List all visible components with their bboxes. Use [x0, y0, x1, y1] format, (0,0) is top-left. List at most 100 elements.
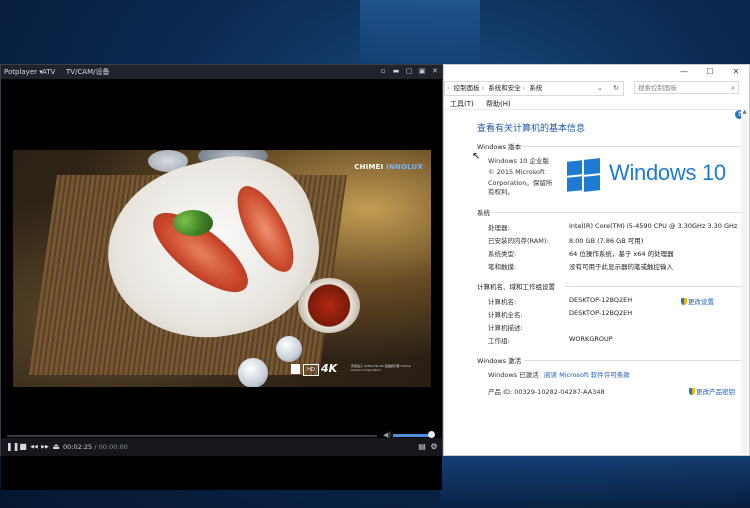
scrollbar[interactable] [741, 109, 748, 454]
tab-atv[interactable]: ATV [42, 65, 55, 79]
refresh-icon[interactable]: ↻ [613, 82, 619, 95]
divider [520, 146, 742, 147]
label-pen-touch: 笔和触摸: [488, 263, 517, 271]
seek-bar[interactable] [7, 435, 377, 437]
time-display: 00:02:25 / 00:00:00 [63, 442, 128, 452]
volume-knob[interactable] [427, 431, 435, 438]
playback-controls: ❚❚ ■ ◀◀ ▶▶ ⏏ 00:02:25 / 00:00:00 ▤ ⚙ [1, 438, 442, 456]
brand-suffix: INNOLUX [386, 163, 423, 171]
cp-minimize-button[interactable]: — [671, 65, 697, 78]
cp-window-controls: — ☐ ✕ [671, 65, 749, 78]
address-bar[interactable]: › 控制面板 › 系统和安全 › 系统 ⌄ ↻ [444, 81, 624, 96]
eject-icon[interactable]: ⏏ [51, 441, 61, 453]
system-control-panel-window[interactable]: — ☐ ✕ › 控制面板 › 系统和安全 › 系统 ⌄ ↻ 搜索控制面板 ⌕ 工具(T) … [443, 64, 750, 456]
license-terms-link[interactable]: 阅读 Microsoft 软件许可条款 [544, 369, 630, 379]
value-memory: 8.00 GB (7.86 GB 可用) [569, 237, 644, 245]
volume-fill [393, 434, 431, 437]
label-full-computer-name: 计算机全名: [488, 311, 523, 319]
section-system: 系统 [477, 209, 490, 217]
windows-logo-text: Windows 10 [609, 160, 726, 185]
desktop-light-beam [360, 0, 480, 70]
search-placeholder: 搜索控制面板 [638, 84, 677, 92]
value-system-type: 64 位操作系统，基于 x64 的处理器 [569, 250, 674, 258]
breadcrumb-control-panel[interactable]: 控制面板 [454, 84, 480, 92]
label-system-type: 系统类型: [488, 250, 517, 258]
page-title: 查看有关计算机的基本信息 [477, 124, 586, 134]
divider [524, 360, 742, 361]
copyright-line: © 2015 Microsoft [488, 168, 545, 176]
chevron-right-icon: › [522, 84, 526, 92]
potplayer-window-controls: ▫ ▬ ▢ ▣ ✕ [379, 67, 439, 76]
scroll-up-icon[interactable]: ▲ [741, 109, 748, 115]
divider [565, 286, 742, 287]
sauce-bowl-image [298, 278, 360, 333]
potplayer-menu-button[interactable]: Potplayer ▾ [4, 65, 43, 79]
section-computer-name: 计算机名、域和工作组设置 [477, 283, 555, 291]
time-separator: / [94, 443, 97, 451]
minimode-button[interactable]: ▫ [379, 67, 387, 76]
windows-edition: Windows 10 企业版 [488, 157, 549, 165]
hd-badge: HD [303, 364, 319, 376]
value-full-computer-name: DESKTOP-12BQ2EH [569, 309, 633, 317]
menu-tools[interactable]: 工具(T) [450, 100, 474, 108]
potplayer-window[interactable]: Potplayer ▾ ATV TV/CAM/设备 ▫ ▬ ▢ ▣ ✕ CHIM… [0, 64, 443, 490]
menu-help[interactable]: 帮助(H) [486, 100, 511, 108]
label-workgroup: 工作组: [488, 337, 510, 345]
brand-watermark: CHIMEI INNOLUX [354, 163, 423, 171]
settings-icon[interactable]: ⚙ [429, 441, 439, 453]
cp-titlebar[interactable]: — ☐ ✕ [444, 65, 749, 78]
chevron-down-icon[interactable]: ⌄ [597, 82, 603, 95]
breadcrumb-system[interactable]: 系统 [529, 84, 542, 92]
broccoli-image [173, 210, 213, 236]
cp-menu-bar: 工具(T) 帮助(H) [450, 99, 521, 109]
maximize-button[interactable]: ▣ [418, 67, 426, 76]
potplayer-titlebar[interactable]: Potplayer ▾ ATV TV/CAM/设备 ▫ ▬ ▢ ▣ ✕ [1, 65, 442, 79]
desktop-glow [440, 455, 750, 508]
total-time: 00:00:00 [98, 443, 128, 451]
next-icon[interactable]: ▶▶ [40, 441, 50, 453]
shaker-image [238, 358, 268, 387]
change-settings-link[interactable]: 更改设置 [681, 296, 714, 306]
divider [444, 109, 749, 110]
section-windows-activation: Windows 激活 [477, 357, 522, 365]
value-computer-name: DESKTOP-12BQ2EH [569, 296, 633, 304]
section-windows-edition: Windows 版本 [477, 143, 522, 151]
prev-icon[interactable]: ◀◀ [29, 441, 39, 453]
chevron-right-icon: › [447, 84, 450, 92]
current-time: 00:02:25 [63, 443, 93, 451]
search-input[interactable]: 搜索控制面板 ⌕ [634, 81, 739, 94]
activation-status: Windows 已激活 [488, 371, 539, 379]
stop-icon[interactable]: ■ [18, 441, 28, 453]
label-computer-description: 计算机描述: [488, 324, 523, 332]
label-computer-name: 计算机名: [488, 298, 517, 306]
4k-badge: 4K [321, 362, 338, 375]
close-button[interactable]: ✕ [431, 67, 439, 76]
chevron-right-icon: › [481, 84, 485, 92]
label-processor: 处理器: [488, 224, 510, 232]
shaker-image [276, 336, 302, 362]
brand-name: CHIMEI [354, 163, 384, 171]
value-workgroup: WORKGROUP [569, 335, 613, 343]
video-area[interactable]: CHIMEI INNOLUX HD 4K 奇美電子 ULTRA HD 4K 液晶… [1, 79, 442, 490]
cp-maximize-button[interactable]: ☐ [697, 65, 723, 78]
change-product-key-link[interactable]: 更改产品密钥 [689, 386, 735, 396]
windows-logo-icon [567, 158, 600, 192]
restore-button[interactable]: ▢ [405, 67, 413, 76]
logo-icon [291, 364, 300, 374]
breadcrumb-system-security[interactable]: 系统和安全 [488, 84, 521, 92]
address-bar-row: › 控制面板 › 系统和安全 › 系统 ⌄ ↻ 搜索控制面板 ⌕ [444, 81, 749, 96]
value-processor: Intel(R) Core(TM) i5-4590 CPU @ 3.30GHz … [569, 222, 738, 230]
video-frame[interactable]: CHIMEI INNOLUX HD 4K 奇美電子 ULTRA HD 4K 液晶… [13, 150, 431, 387]
shield-icon [689, 388, 695, 395]
cp-close-button[interactable]: ✕ [723, 65, 749, 78]
divider [495, 212, 742, 213]
search-icon[interactable]: ⌕ [731, 82, 735, 95]
pause-icon[interactable]: ❚❚ [6, 441, 19, 453]
playlist-icon[interactable]: ▤ [417, 441, 427, 453]
shield-icon [681, 298, 687, 305]
label-memory: 已安装的内存(RAM): [488, 237, 549, 245]
minimize-button[interactable]: ▬ [392, 67, 400, 76]
mouse-cursor-icon: ↖ [472, 151, 481, 162]
copyright-line: 有权利。 [488, 188, 514, 196]
tab-tvcam[interactable]: TV/CAM/设备 [66, 65, 110, 79]
